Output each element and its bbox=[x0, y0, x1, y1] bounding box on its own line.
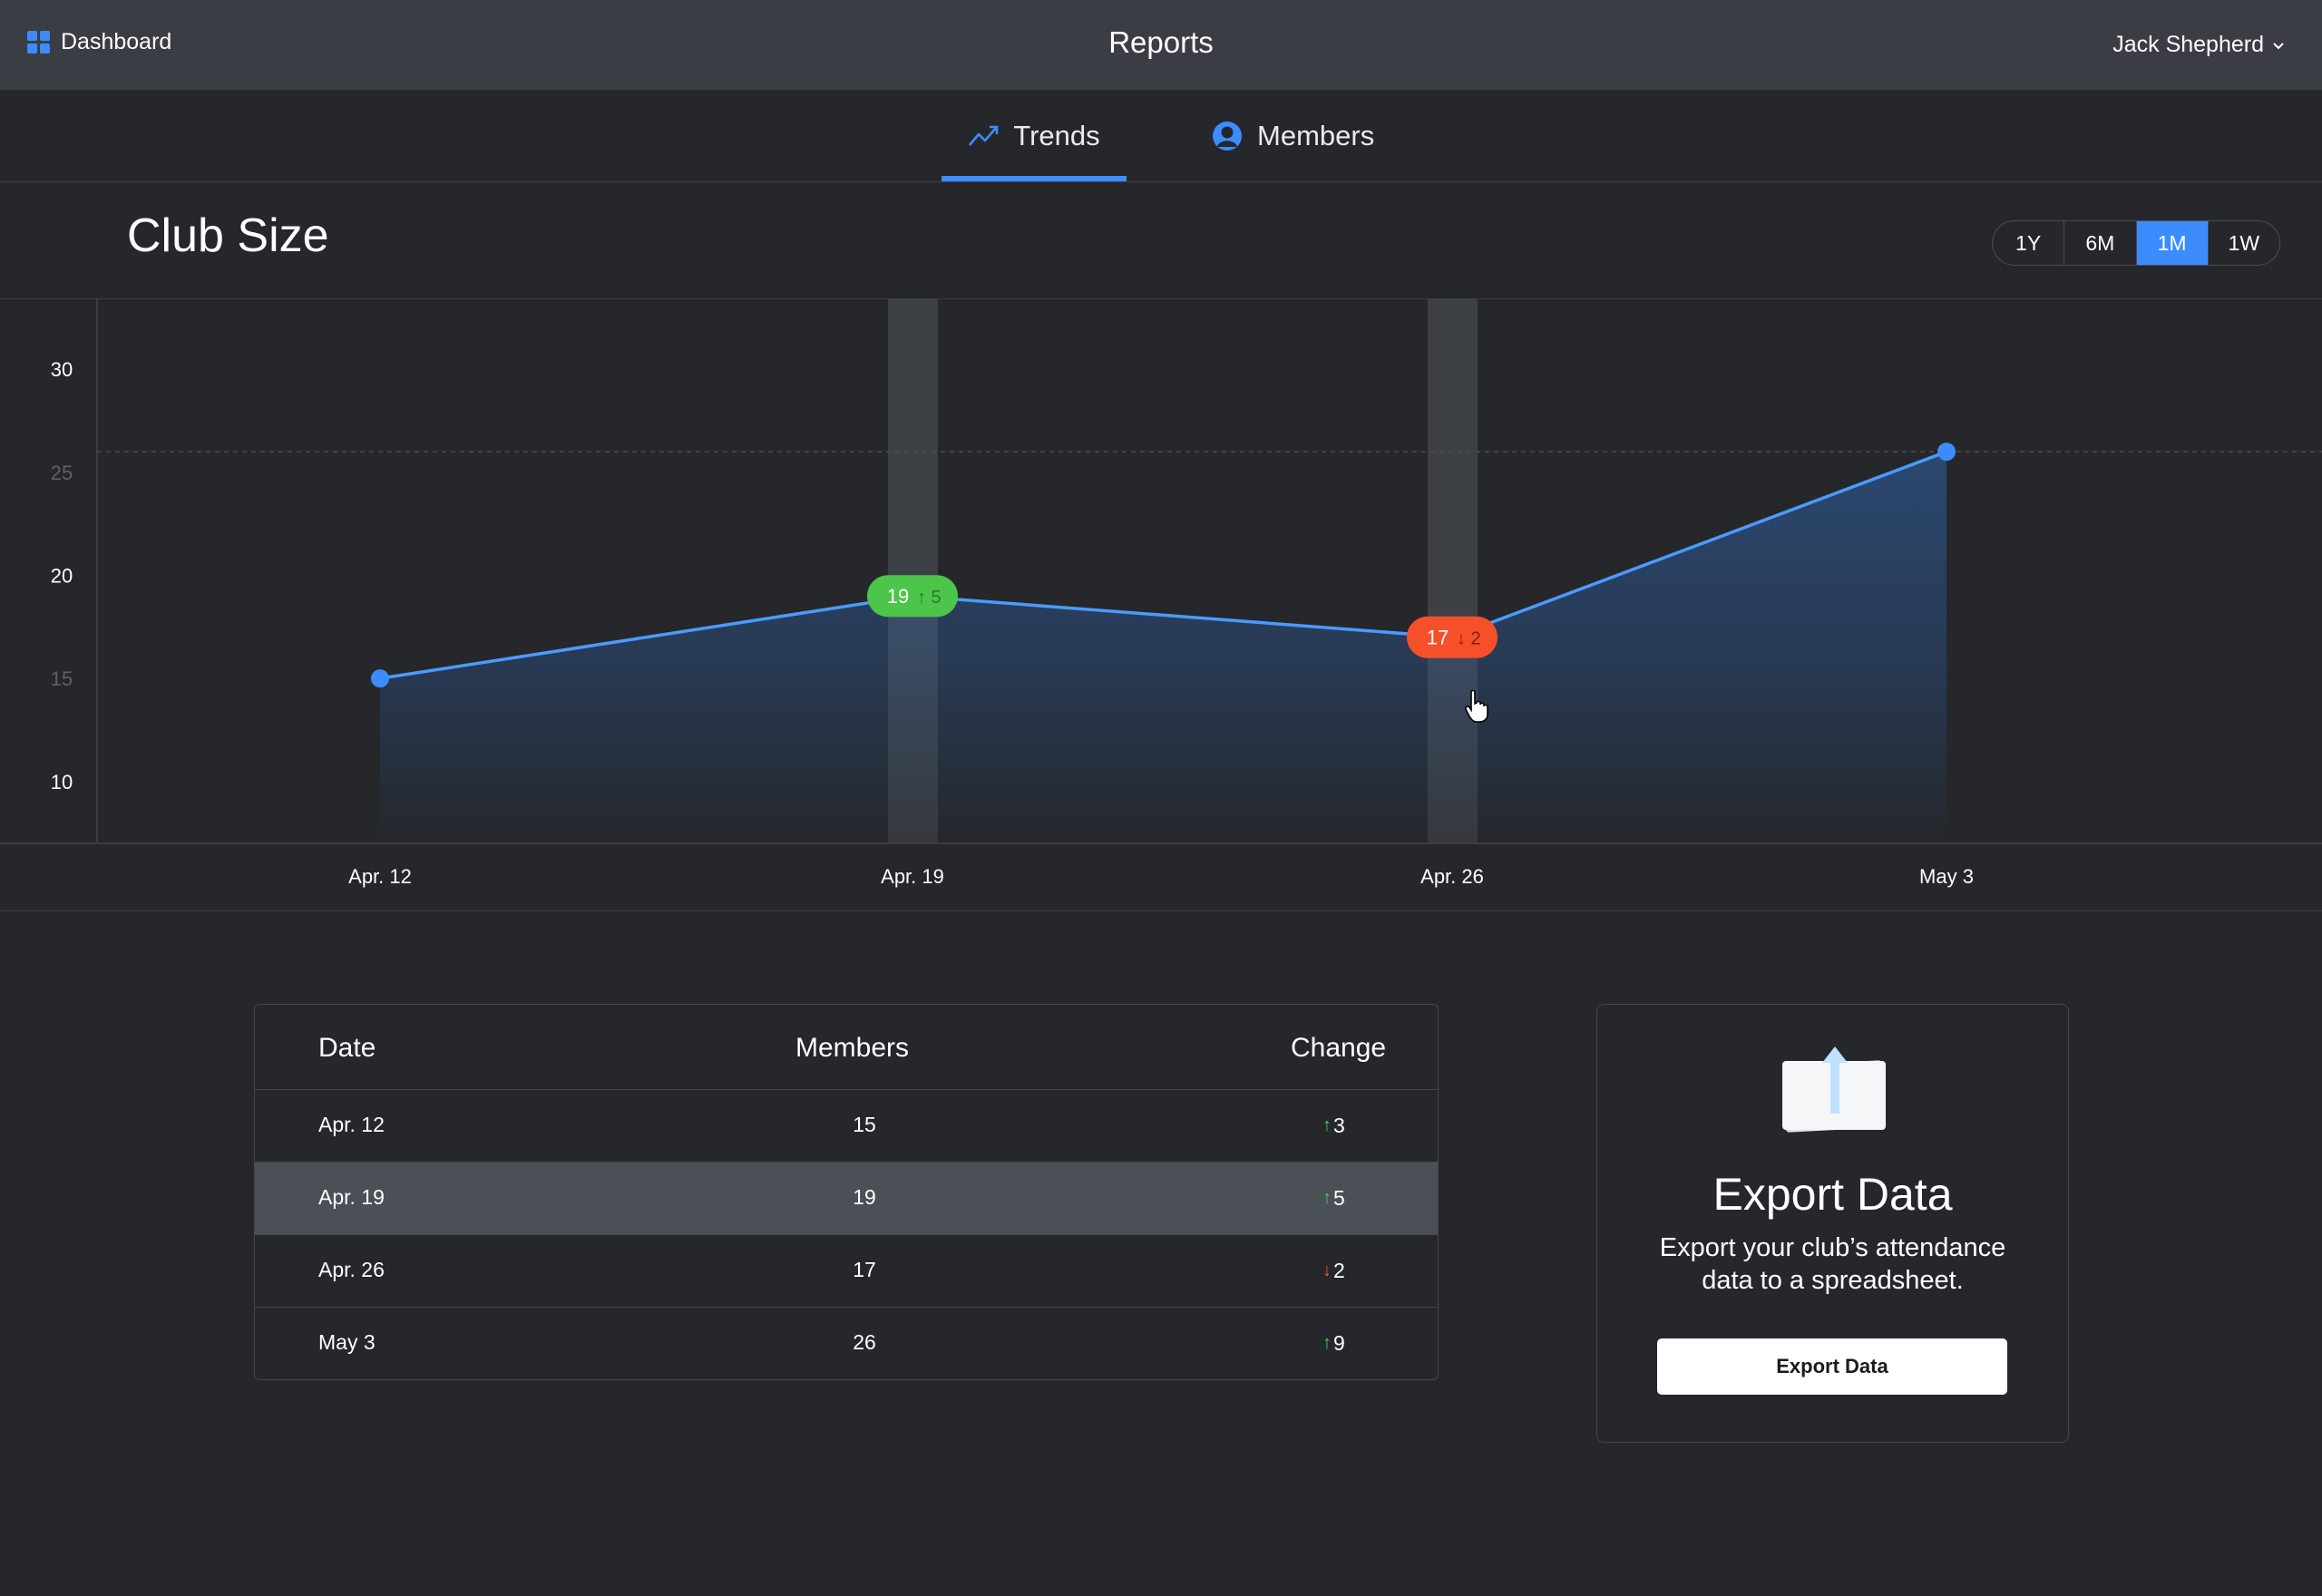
cell-date: Apr. 12 bbox=[318, 1113, 385, 1136]
data-point bbox=[371, 669, 389, 688]
arrow-up-icon: ↑ bbox=[1322, 1188, 1332, 1208]
dashboard-label: Dashboard bbox=[61, 29, 172, 54]
y-tick-label: 15 bbox=[51, 667, 73, 690]
marker-value: 19 bbox=[887, 585, 909, 608]
y-tick-label: 30 bbox=[51, 358, 73, 381]
area-fill bbox=[380, 452, 1946, 843]
cell-members: 17 bbox=[853, 1258, 876, 1281]
chart-bottom-divider bbox=[0, 910, 2322, 911]
highlight-overlay bbox=[1428, 637, 1478, 843]
active-tab-indicator bbox=[941, 176, 1127, 181]
table-header: Date Members Change bbox=[255, 1005, 1438, 1090]
cell-date: Apr. 19 bbox=[318, 1185, 385, 1209]
range-1y-button[interactable]: 1Y bbox=[1993, 221, 2063, 265]
top-bar: Dashboard Reports Jack Shepherd bbox=[0, 0, 2322, 91]
data-point bbox=[1937, 443, 1956, 462]
arrow-up-icon: ↑ bbox=[1322, 1333, 1332, 1353]
arrow-down-icon: ↓ bbox=[1322, 1260, 1332, 1280]
column-header-change: Change bbox=[1291, 1033, 1387, 1063]
page-title: Reports bbox=[1108, 25, 1214, 59]
members-table: Date Members Change Apr. 12 15 ↑ 3 Apr. 19 19… bbox=[254, 1004, 1439, 1380]
tab-trends[interactable]: Trends bbox=[941, 91, 1127, 181]
cell-change: ↑ 3 bbox=[1322, 1114, 1345, 1138]
x-tick-label: Apr. 26 bbox=[1420, 865, 1484, 888]
tab-bar: Trends Members bbox=[0, 91, 2322, 182]
range-selector: 1Y 6M 1M 1W bbox=[1992, 220, 2280, 266]
value-marker: 17 ↓ 2 bbox=[1407, 616, 1498, 658]
cell-members: 15 bbox=[853, 1113, 876, 1136]
y-tick-label: 10 bbox=[51, 771, 73, 793]
y-tick-label: 20 bbox=[51, 565, 73, 588]
tab-members[interactable]: Members bbox=[1212, 91, 1374, 181]
export-description: Export your club’s attendance data to a … bbox=[1659, 1233, 2006, 1295]
value-marker: 19 ↑ 5 bbox=[867, 575, 958, 618]
grid-icon bbox=[27, 31, 50, 54]
cell-date: Apr. 26 bbox=[318, 1258, 385, 1281]
user-avatar-icon bbox=[1213, 122, 1242, 151]
user-menu[interactable]: Jack Shepherd bbox=[2112, 32, 2286, 58]
arrow-down-icon: ↓ bbox=[1457, 629, 1466, 649]
marker-pill bbox=[1407, 616, 1498, 658]
cell-change: ↑ 9 bbox=[1322, 1331, 1345, 1356]
change-value: 3 bbox=[1333, 1114, 1345, 1137]
change-value: 2 bbox=[1333, 1259, 1345, 1282]
range-1m-button[interactable]: 1M bbox=[2135, 221, 2208, 265]
user-name: Jack Shepherd bbox=[2112, 32, 2264, 57]
x-tick-label: Apr. 12 bbox=[348, 865, 412, 888]
x-tick-label: May 3 bbox=[1919, 865, 1974, 888]
highlight-overlay bbox=[888, 596, 938, 843]
x-tick-label: Apr. 19 bbox=[881, 865, 944, 888]
range-1w-button[interactable]: 1W bbox=[2207, 221, 2279, 265]
marker-pill bbox=[867, 575, 958, 618]
tab-trends-label: Trends bbox=[1013, 120, 1100, 151]
marker-change: 2 bbox=[1470, 629, 1480, 649]
export-data-button[interactable]: Export Data bbox=[1657, 1338, 2007, 1395]
table-row[interactable]: Apr. 12 15 ↑ 3 bbox=[255, 1090, 1438, 1163]
export-card: Export Data Export your club’s attendanc… bbox=[1596, 1004, 2069, 1443]
range-6m-button[interactable]: 6M bbox=[2063, 221, 2135, 265]
club-size-chart: 10 15 20 25 30 19 ↑ 5 17 ↓ 2 Apr. 12 Apr. 19 Apr. 26 M… bbox=[0, 299, 2322, 888]
cell-date: May 3 bbox=[318, 1330, 376, 1354]
table-row[interactable]: May 3 26 ↑ 9 bbox=[255, 1308, 1438, 1379]
table-row[interactable]: Apr. 26 17 ↓ 2 bbox=[255, 1235, 1438, 1308]
export-document-icon bbox=[1782, 1046, 1886, 1133]
column-header-date: Date bbox=[318, 1033, 376, 1063]
hand-cursor-icon bbox=[1465, 689, 1488, 723]
marker-value: 17 bbox=[1427, 627, 1449, 649]
cell-members: 26 bbox=[853, 1330, 876, 1354]
table-row[interactable]: Apr. 19 19 ↑ 5 bbox=[255, 1163, 1438, 1235]
change-value: 9 bbox=[1333, 1331, 1345, 1355]
cell-change: ↑ 5 bbox=[1322, 1186, 1345, 1211]
dashboard-link[interactable]: Dashboard bbox=[27, 29, 171, 55]
export-title: Export Data bbox=[1712, 1169, 1953, 1220]
chart-title: Club Size bbox=[127, 209, 329, 262]
table-body: Apr. 12 15 ↑ 3 Apr. 19 19 ↑ 5 Apr. 26 17 ↓ 2 May 3 26… bbox=[255, 1090, 1438, 1379]
y-tick-label: 25 bbox=[51, 462, 73, 484]
arrow-up-icon: ↑ bbox=[1322, 1115, 1332, 1135]
cell-change: ↓ 2 bbox=[1322, 1259, 1345, 1283]
tab-members-label: Members bbox=[1257, 120, 1375, 151]
column-header-members: Members bbox=[795, 1033, 910, 1063]
page-title-wrap: Reports bbox=[0, 25, 2322, 60]
chevron-down-icon bbox=[2273, 42, 2284, 49]
cell-members: 19 bbox=[853, 1185, 876, 1209]
change-value: 5 bbox=[1333, 1186, 1345, 1210]
arrow-up-icon: ↑ bbox=[917, 588, 926, 608]
marker-change: 5 bbox=[931, 588, 941, 608]
trend-line-icon bbox=[969, 125, 999, 146]
